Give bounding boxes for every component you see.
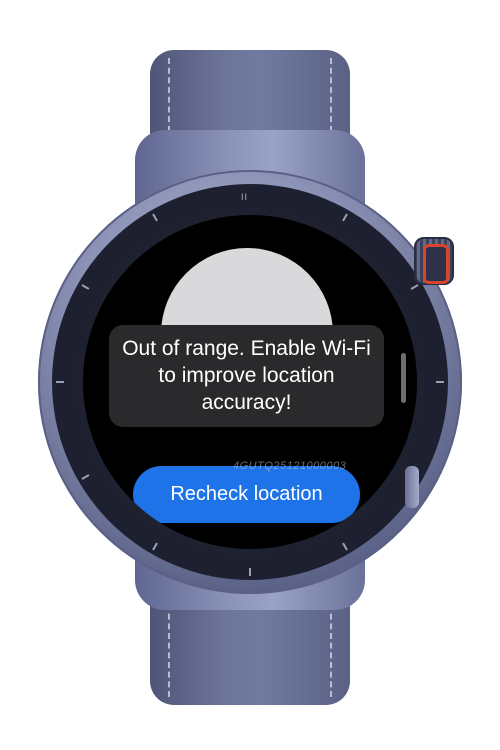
side-button[interactable] — [405, 466, 419, 508]
bezel-tick — [249, 568, 251, 576]
bezel-tick — [56, 381, 64, 383]
bezel-top-mark: II — [241, 192, 249, 202]
recheck-location-button[interactable]: Recheck location — [133, 466, 360, 523]
toast-message: Out of range. Enable Wi-Fi to improve lo… — [109, 325, 384, 427]
crown-accent-ring — [423, 244, 449, 284]
watch-render: II Out of range. Enable Wi-Fi to improve… — [0, 0, 500, 750]
toast-text: Out of range. Enable Wi-Fi to improve lo… — [122, 337, 371, 414]
serial-watermark: 4GUTQ25121000003 — [233, 460, 347, 472]
watch-screen: Out of range. Enable Wi-Fi to improve lo… — [83, 215, 417, 549]
scrollbar[interactable] — [401, 353, 406, 403]
bezel-tick — [436, 381, 444, 383]
